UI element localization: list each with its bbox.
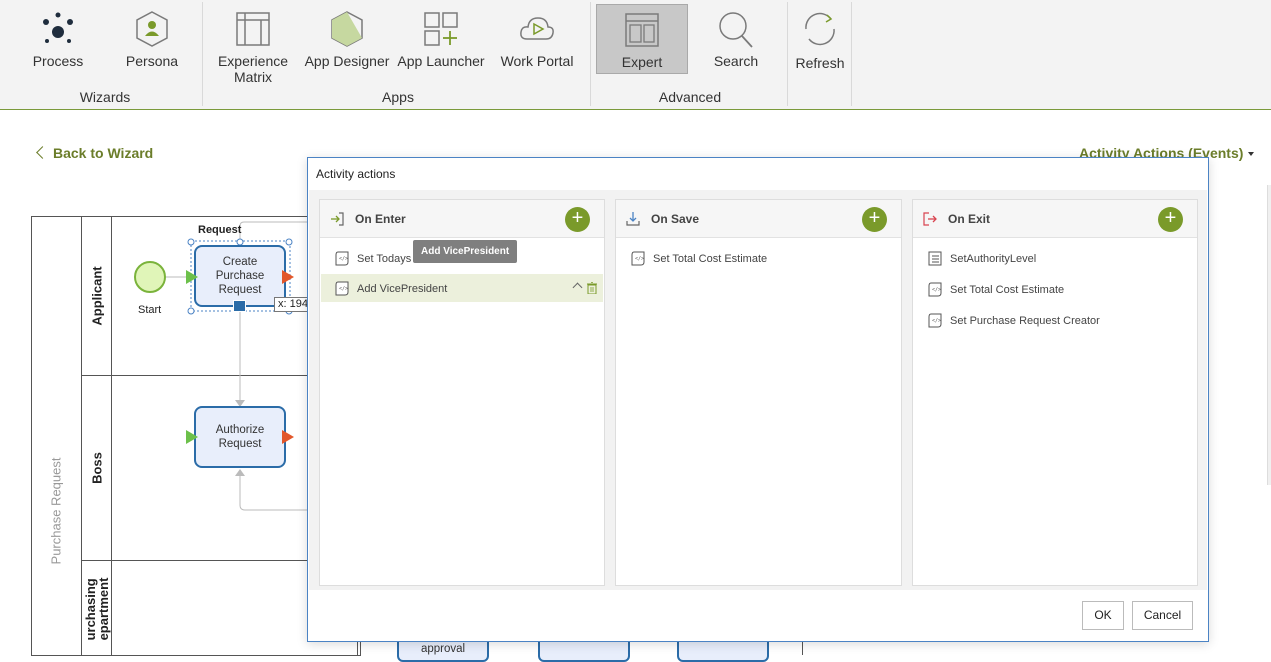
request-label: Request [198, 224, 242, 236]
lane-divider [802, 641, 803, 655]
ok-button[interactable]: OK [1082, 601, 1124, 630]
action-item[interactable]: </> Set Total Cost Estimate [914, 275, 1196, 303]
add-on-enter-button[interactable]: + [565, 207, 590, 232]
action-item-label: Set Purchase Request Creator [950, 315, 1100, 327]
move-up-icon[interactable] [572, 282, 583, 293]
on-exit-header: On Exit + [913, 200, 1197, 238]
action-item[interactable]: </> Set Total Cost Estimate [617, 244, 900, 272]
script-icon: </> [631, 251, 645, 266]
svg-text:</>: </> [339, 256, 348, 262]
add-on-exit-button[interactable]: + [1158, 207, 1183, 232]
start-event[interactable] [134, 261, 166, 293]
on-exit-title: On Exit [948, 212, 991, 226]
action-item-label: Set Total Cost Estimate [950, 284, 1065, 296]
outgoing-arrow-icon [282, 430, 294, 444]
svg-text:</>: </> [635, 256, 644, 262]
rule-icon [928, 251, 942, 266]
save-icon [626, 212, 640, 226]
script-icon: </> [928, 313, 942, 328]
action-item-label: SetAuthorityLevel [950, 253, 1037, 265]
lane-divider [357, 641, 358, 655]
task-create-purchase-request[interactable]: Create Purchase Request [194, 245, 286, 307]
action-item[interactable]: </> Set Purchase Request Creator [914, 306, 1196, 334]
activity-actions-dialog: Activity actions On Enter + </> Set Toda… [307, 157, 1209, 642]
action-item-label: Add VicePresident [357, 283, 448, 295]
on-enter-title: On Enter [355, 212, 406, 226]
task-authorize-request[interactable]: Authorize Request [194, 406, 286, 468]
page-scrollbar[interactable] [1267, 185, 1271, 485]
on-exit-panel: On Exit + SetAuthorityLevel </> Set Tota… [912, 199, 1198, 586]
on-enter-header: On Enter + [320, 200, 604, 238]
incoming-arrow-icon [186, 270, 198, 284]
tooltip: Add VicePresident [413, 240, 518, 263]
script-icon: </> [335, 281, 349, 296]
action-item[interactable]: SetAuthorityLevel [914, 244, 1196, 272]
on-save-title: On Save [651, 212, 700, 226]
svg-text:</>: </> [932, 287, 941, 293]
svg-text:</>: </> [932, 318, 941, 324]
form-icon [233, 300, 246, 312]
cancel-button[interactable]: Cancel [1132, 601, 1193, 630]
enter-icon [331, 212, 344, 226]
trash-icon[interactable] [587, 282, 597, 294]
action-item-selected[interactable]: </> Add VicePresident [321, 274, 603, 302]
action-item-label: Set Total Cost Estimate [653, 253, 768, 265]
add-on-save-button[interactable]: + [862, 207, 887, 232]
outgoing-arrow-icon [282, 270, 294, 284]
exit-icon [923, 212, 937, 226]
svg-text:</>: </> [339, 286, 348, 292]
script-icon: </> [928, 282, 942, 297]
start-label: Start [138, 304, 162, 316]
on-save-header: On Save + [616, 200, 901, 238]
incoming-arrow-icon [186, 430, 198, 444]
on-save-panel: On Save + </> Set Total Cost Estimate [615, 199, 902, 586]
script-icon: </> [335, 251, 349, 266]
dialog-title: Activity actions [316, 167, 396, 181]
